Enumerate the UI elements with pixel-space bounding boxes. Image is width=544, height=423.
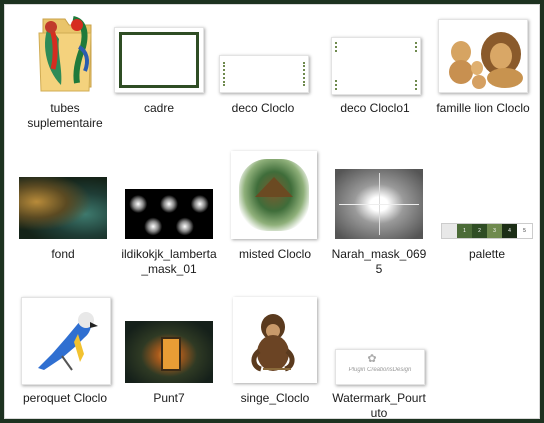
file-item-narah-mask[interactable]: Narah_mask_0695 xyxy=(327,149,431,277)
file-item-misted[interactable]: misted Cloclo xyxy=(223,149,327,262)
file-item-deco1[interactable]: deco Cloclo1 xyxy=(323,11,427,116)
parrot-image-icon xyxy=(19,295,111,387)
file-item-cadre[interactable]: cadre xyxy=(107,11,211,116)
file-label: deco Cloclo1 xyxy=(340,101,410,115)
palette-swatch: 3 xyxy=(487,224,502,238)
folder-icon xyxy=(35,11,95,97)
file-item-watermark[interactable]: ✿ Plugin CreationsDesign Watermark_Pourt… xyxy=(327,295,431,419)
file-label: Watermark_Pourtuto xyxy=(332,391,426,419)
file-item-punt7[interactable]: Punt7 xyxy=(117,295,221,406)
file-label: tubes suplementaire xyxy=(27,101,103,130)
file-item-palette[interactable]: 12345 palette xyxy=(435,149,539,262)
file-item-deco[interactable]: deco Cloclo xyxy=(211,11,315,116)
file-item-peroquet[interactable]: peroquet Cloclo xyxy=(13,295,117,406)
flower-icon: ✿ xyxy=(367,352,377,365)
file-label: misted Cloclo xyxy=(238,247,312,261)
file-item-singe[interactable]: singe_Cloclo xyxy=(223,295,327,406)
file-label: deco Cloclo xyxy=(231,101,295,115)
palette-swatch xyxy=(442,224,457,238)
file-label: palette xyxy=(468,247,506,261)
file-label: famille lion Cloclo xyxy=(436,101,530,115)
mask-image-icon xyxy=(123,149,215,243)
watermark-text: Plugin CreationsDesign xyxy=(348,367,412,373)
lion-family-image-icon xyxy=(437,11,529,97)
file-item-famille-lion[interactable]: famille lion Cloclo xyxy=(431,11,535,116)
palette-image-icon: 12345 xyxy=(441,149,533,243)
file-label: cadre xyxy=(143,101,175,115)
file-item-fond[interactable]: fond xyxy=(11,149,115,262)
palette-swatch: 2 xyxy=(472,224,487,238)
file-label: ildikokjk_lamberta_mask_01 xyxy=(121,247,217,276)
file-label: fond xyxy=(51,247,75,261)
file-view: tubes suplementaire cadre deco Cloclo de… xyxy=(4,4,540,419)
file-label: singe_Cloclo xyxy=(240,391,310,405)
deco-image-icon xyxy=(329,11,421,97)
background-image-icon xyxy=(17,149,109,243)
monkey-image-icon xyxy=(229,295,321,387)
palette-swatch: 4 xyxy=(502,224,517,238)
mask-image-icon xyxy=(333,149,425,243)
forest-image-icon xyxy=(123,295,215,387)
deco-image-icon xyxy=(217,11,309,97)
file-label: peroquet Cloclo xyxy=(22,391,108,405)
misted-image-icon xyxy=(229,149,321,243)
file-label: Punt7 xyxy=(153,391,185,405)
palette-swatch: 5 xyxy=(517,224,532,238)
file-label: Narah_mask_0695 xyxy=(331,247,427,276)
frame-image-icon xyxy=(112,11,206,97)
file-item-tubes[interactable]: tubes suplementaire xyxy=(13,11,117,131)
watermark-image-icon: ✿ Plugin CreationsDesign xyxy=(333,295,425,387)
file-item-lamberta-mask[interactable]: ildikokjk_lamberta_mask_01 xyxy=(117,149,221,277)
palette-swatch: 1 xyxy=(457,224,472,238)
